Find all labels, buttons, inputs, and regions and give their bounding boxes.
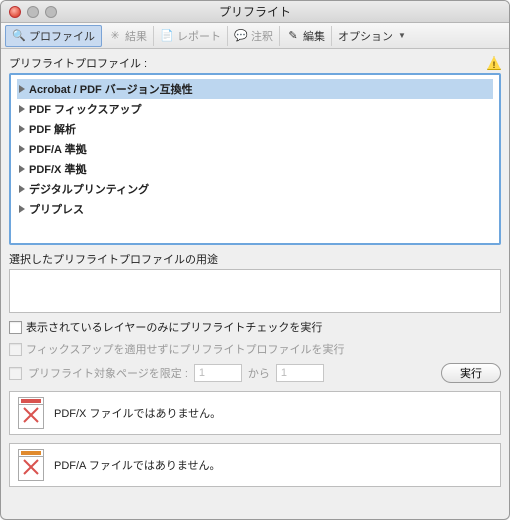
tab-profile[interactable]: 🔍 プロファイル: [5, 25, 102, 47]
options-label: オプション: [338, 28, 393, 44]
tab-results-label: 結果: [125, 28, 147, 44]
tab-comment: 💬 注釈: [228, 26, 280, 46]
tree-item-label: PDF 解析: [29, 121, 76, 137]
toolbar: 🔍 プロファイル ✳ 結果 📄 レポート 💬 注釈 ✎ 編集 オプション ▼: [1, 23, 509, 49]
comment-icon: 💬: [234, 29, 248, 43]
options-menu[interactable]: オプション ▼: [332, 26, 412, 46]
tree-item[interactable]: デジタルプリンティング: [17, 179, 493, 199]
preflight-window: プリフライト 🔍 プロファイル ✳ 結果 📄 レポート 💬 注釈 ✎ 編集 オプ…: [0, 0, 510, 520]
tree-item-label: デジタルプリンティング: [29, 181, 149, 197]
tab-edit-label: 編集: [303, 28, 325, 44]
profiles-section-label: プリフライトプロファイル :: [9, 55, 501, 71]
disclosure-triangle-icon[interactable]: [19, 205, 25, 213]
tree-item-label: PDF/A 準拠: [29, 141, 87, 157]
tab-edit[interactable]: ✎ 編集: [280, 26, 332, 46]
tab-profile-label: プロファイル: [29, 28, 95, 44]
status-pdfa: PDF/A ファイルではありません。: [9, 443, 501, 487]
disclosure-triangle-icon[interactable]: [19, 145, 25, 153]
status-pdfx-text: PDF/X ファイルではありません。: [54, 405, 221, 421]
disclosure-triangle-icon[interactable]: [19, 105, 25, 113]
window-title: プリフライト: [1, 3, 509, 20]
tab-report: 📄 レポート: [154, 26, 228, 46]
tree-item-label: Acrobat / PDF バージョン互換性: [29, 81, 193, 97]
tree-item[interactable]: PDF/X 準拠: [17, 159, 493, 179]
checkbox-icon: [9, 343, 22, 356]
warning-icon: [487, 56, 501, 70]
profiles-label-text: プリフライトプロファイル :: [9, 55, 147, 71]
range-to-label: から: [248, 365, 270, 381]
chevron-down-icon: ▼: [398, 31, 406, 40]
report-icon: 📄: [160, 29, 174, 43]
titlebar: プリフライト: [1, 1, 509, 23]
content-area: プリフライトプロファイル : Acrobat / PDF バージョン互換性 PD…: [1, 49, 509, 495]
checkbox-row-layers[interactable]: 表示されているレイヤーのみにプリフライトチェックを実行: [9, 319, 501, 335]
checkbox-icon[interactable]: [9, 321, 22, 334]
status-pdfx: PDF/X ファイルではありません。: [9, 391, 501, 435]
results-icon: ✳: [108, 29, 122, 43]
page-range-row: プリフライト対象ページを限定 : から 実行: [9, 363, 501, 383]
disclosure-triangle-icon[interactable]: [19, 125, 25, 133]
usage-label: 選択したプリフライトプロファイルの用途: [9, 251, 501, 267]
edit-icon: ✎: [286, 29, 300, 43]
checkbox-row-nofixup: フィックスアップを適用せずにプリフライトプロファイルを実行: [9, 341, 501, 357]
checkbox-label: 表示されているレイヤーのみにプリフライトチェックを実行: [26, 319, 322, 335]
checkbox-icon: [9, 367, 22, 380]
page-to-input[interactable]: [276, 364, 324, 382]
tree-item-label: PDF フィックスアップ: [29, 101, 142, 117]
profile-icon: 🔍: [12, 29, 26, 43]
run-button[interactable]: 実行: [441, 363, 501, 383]
disclosure-triangle-icon[interactable]: [19, 165, 25, 173]
tab-results: ✳ 結果: [102, 26, 154, 46]
tree-item-label: PDF/X 準拠: [29, 161, 86, 177]
disclosure-triangle-icon[interactable]: [19, 85, 25, 93]
tab-comment-label: 注釈: [251, 28, 273, 44]
tree-item[interactable]: PDF フィックスアップ: [17, 99, 493, 119]
tree-item-label: プリプレス: [29, 201, 84, 217]
tree-item[interactable]: PDF 解析: [17, 119, 493, 139]
checkbox-label: フィックスアップを適用せずにプリフライトプロファイルを実行: [26, 341, 344, 357]
profile-tree[interactable]: Acrobat / PDF バージョン互換性 PDF フィックスアップ PDF …: [9, 73, 501, 245]
range-label: プリフライト対象ページを限定 :: [28, 365, 188, 381]
tree-item[interactable]: PDF/A 準拠: [17, 139, 493, 159]
page-from-input[interactable]: [194, 364, 242, 382]
tree-item[interactable]: プリプレス: [17, 199, 493, 219]
pdfx-document-icon: [18, 397, 44, 429]
usage-description-box: [9, 269, 501, 313]
tree-item[interactable]: Acrobat / PDF バージョン互換性: [17, 79, 493, 99]
status-pdfa-text: PDF/A ファイルではありません。: [54, 457, 221, 473]
pdfa-document-icon: [18, 449, 44, 481]
disclosure-triangle-icon[interactable]: [19, 185, 25, 193]
tab-report-label: レポート: [177, 28, 221, 44]
